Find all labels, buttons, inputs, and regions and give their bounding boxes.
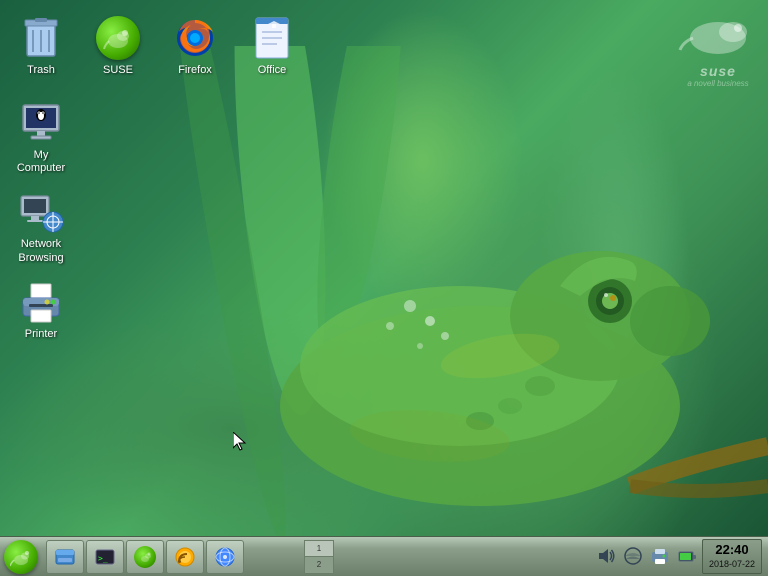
office-icon-item[interactable]: Office bbox=[236, 10, 308, 81]
suse-logo: suse a novell business bbox=[678, 10, 758, 88]
clock-time: 22:40 bbox=[709, 542, 755, 559]
my-computer-icon bbox=[17, 99, 65, 147]
svg-text:>_: >_ bbox=[98, 554, 108, 563]
taskbar-app-2[interactable]: >_ bbox=[86, 540, 124, 574]
network-browsing-label: NetworkBrowsing bbox=[18, 238, 63, 264]
volume-icon[interactable] bbox=[594, 544, 618, 568]
desktop-top-icons: Trash SUSE bbox=[0, 5, 313, 86]
my-computer-icon-item[interactable]: MyComputer bbox=[5, 95, 77, 179]
printer-icon bbox=[17, 278, 65, 326]
office-label: Office bbox=[258, 64, 287, 77]
trash-label: Trash bbox=[27, 64, 55, 77]
firefox-label: Firefox bbox=[178, 64, 212, 77]
clock[interactable]: 22:40 2018-07-22 bbox=[702, 539, 762, 574]
system-tray: 22:40 2018-07-22 bbox=[588, 539, 768, 574]
printer-label: Printer bbox=[25, 328, 57, 341]
taskbar-app-5[interactable] bbox=[206, 540, 244, 574]
battery-icon[interactable] bbox=[675, 544, 699, 568]
firefox-icon-item[interactable]: Firefox bbox=[159, 10, 231, 81]
my-computer-label: MyComputer bbox=[17, 149, 65, 175]
desktop: suse a novell business Trash bbox=[0, 0, 768, 576]
desktop-left-icons: MyComputer NetworkBrowsing bbox=[0, 90, 82, 350]
network-browsing-icon bbox=[17, 188, 65, 236]
clock-date: 2018-07-22 bbox=[709, 559, 755, 571]
pager-page-1[interactable]: 1 bbox=[305, 541, 333, 558]
suse-icon-item[interactable]: SUSE bbox=[82, 10, 154, 81]
network-icon[interactable] bbox=[621, 544, 645, 568]
network-browsing-icon-item[interactable]: NetworkBrowsing bbox=[5, 184, 77, 268]
taskbar-app-4[interactable] bbox=[166, 540, 204, 574]
taskbar-start-button[interactable] bbox=[0, 538, 42, 576]
trash-icon bbox=[17, 14, 65, 62]
firefox-icon bbox=[171, 14, 219, 62]
desktop-pager[interactable]: 1 2 bbox=[304, 540, 334, 574]
chameleon-art bbox=[80, 46, 768, 536]
taskbar: >_ bbox=[0, 536, 768, 576]
suse-icon bbox=[94, 14, 142, 62]
printer-tray-icon[interactable] bbox=[648, 544, 672, 568]
office-icon bbox=[248, 14, 296, 62]
trash-icon-item[interactable]: Trash bbox=[5, 10, 77, 81]
pager-page-2[interactable]: 2 bbox=[305, 557, 333, 573]
taskbar-apps: >_ bbox=[42, 540, 302, 574]
suse-label: SUSE bbox=[103, 64, 133, 77]
printer-icon-item[interactable]: Printer bbox=[5, 274, 77, 345]
taskbar-app-1[interactable] bbox=[46, 540, 84, 574]
taskbar-app-3[interactable] bbox=[126, 540, 164, 574]
